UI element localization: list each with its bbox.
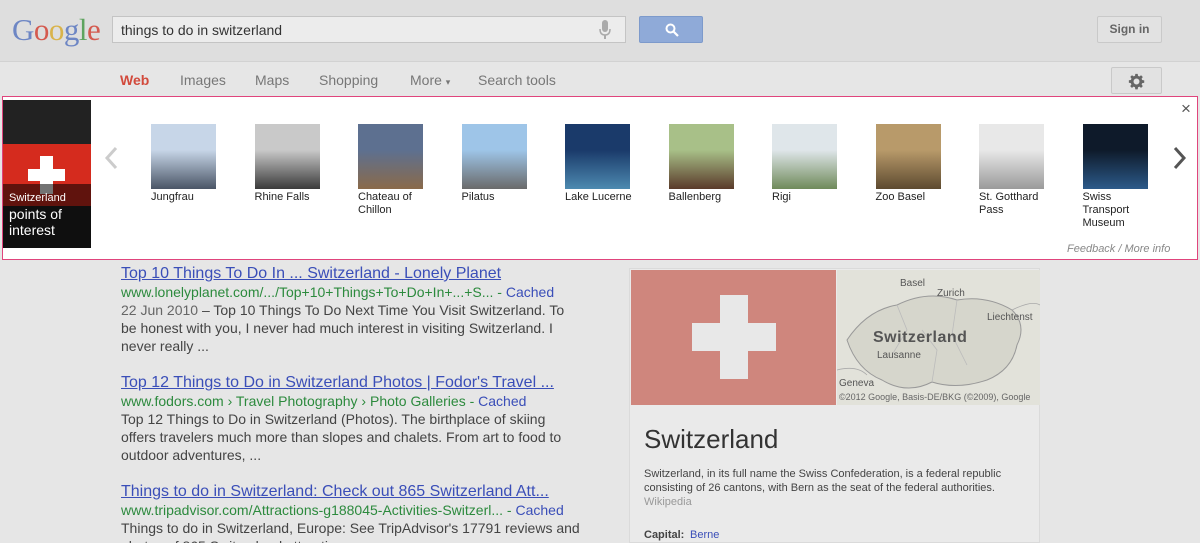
description-text: Switzerland, in its full name the Swiss … — [644, 468, 1002, 494]
result-url-text: www.tripadvisor.com/Attractions-g188045-… — [121, 502, 504, 518]
result-url-text: www.lonelyplanet.com/.../Top+10+Things+T… — [121, 284, 494, 300]
poi-item[interactable]: Swiss Transport Museum — [1082, 124, 1153, 230]
logo-letter: e — [87, 12, 101, 47]
poi-label: Zoo Basel — [875, 191, 926, 203]
poi-label: Lake Lucerne — [565, 191, 632, 203]
capital-label: Capital: — [644, 529, 685, 541]
search-result: Top 12 Things to Do in Switzerland Photo… — [121, 373, 583, 464]
search-button[interactable] — [639, 16, 703, 43]
knowledge-panel-title: Switzerland — [644, 424, 779, 454]
search-nav: Web Images Maps Shopping More ▾ Search t… — [0, 63, 1200, 99]
poi-label: Pilatus — [461, 191, 495, 203]
result-title-link[interactable]: Things to do in Switzerland: Check out 8… — [121, 482, 583, 501]
poi-thumbnail — [254, 124, 320, 189]
search-result: Things to do in Switzerland: Check out 8… — [121, 482, 583, 543]
chevron-down-icon: ▾ — [445, 77, 451, 87]
poi-item[interactable]: Rhine Falls — [254, 124, 325, 204]
tab-maps[interactable]: Maps — [255, 72, 289, 88]
tab-web[interactable]: Web — [120, 72, 149, 88]
result-title-link[interactable]: Top 12 Things to Do in Switzerland Photo… — [121, 373, 583, 392]
switzerland-flag-image[interactable] — [631, 270, 836, 405]
map-country-label: Switzerland — [873, 329, 968, 346]
settings-button[interactable] — [1111, 67, 1162, 94]
poi-label: Ballenberg — [668, 191, 722, 203]
poi-item[interactable]: Chateau of Chillon — [358, 124, 428, 217]
poi-thumbnail — [979, 124, 1044, 189]
poi-item[interactable]: Jungfrau — [151, 124, 221, 204]
result-snippet-text: Things to do in Switzerland, Europe: See… — [121, 520, 580, 543]
poi-thumbnail — [151, 124, 216, 189]
map-city-liechtenstein: Liechtenst — [987, 312, 1033, 323]
result-url-text: www.fodors.com › Travel Photography › Ph… — [121, 393, 466, 409]
gear-icon — [1128, 73, 1145, 90]
map-city-lausanne: Lausanne — [877, 350, 921, 361]
result-snippet: 22 Jun 2010 – Top 10 Things To Do Next T… — [121, 302, 565, 354]
tab-shopping[interactable]: Shopping — [319, 72, 378, 88]
switzerland-map[interactable]: Basel Zurich Liechtenst Lausanne Geneva … — [837, 270, 1040, 405]
logo-letter: g — [63, 12, 80, 47]
capital-link[interactable]: Berne — [690, 529, 719, 541]
wikipedia-link[interactable]: Wikipedia — [644, 496, 692, 508]
search-icon — [665, 23, 679, 37]
tab-more-label: More — [410, 72, 442, 88]
logo-letter: o — [33, 12, 50, 47]
result-title-link[interactable]: Top 10 Things To Do In ... Switzerland -… — [121, 264, 583, 283]
logo-letter: l — [78, 12, 88, 47]
poi-label: St. Gotthard Pass — [979, 191, 1039, 216]
poi-thumbnail — [668, 124, 734, 189]
close-icon[interactable]: × — [1181, 100, 1191, 117]
poi-item[interactable]: St. Gotthard Pass — [979, 124, 1049, 217]
poi-label: Swiss Transport Museum — [1082, 191, 1130, 229]
poi-thumbnail — [461, 124, 527, 189]
map-city-zurich: Zurich — [937, 288, 965, 299]
logo-letter: G — [12, 12, 34, 47]
result-date: 22 Jun 2010 — [121, 302, 199, 318]
result-snippet-text: Top 12 Things to Do in Switzerland (Phot… — [121, 411, 562, 463]
chevron-left-icon[interactable] — [103, 145, 119, 171]
poi-thumbnail — [565, 124, 630, 189]
poi-item[interactable]: Zoo Basel — [875, 124, 946, 204]
knowledge-panel: Basel Zurich Liechtenst Lausanne Geneva … — [629, 268, 1040, 543]
result-url: www.fodors.com › Travel Photography › Ph… — [121, 393, 527, 409]
poi-label: Chateau of Chillon — [358, 191, 412, 216]
search-result: Top 10 Things To Do In ... Switzerland -… — [121, 264, 583, 355]
tab-search-tools[interactable]: Search tools — [478, 72, 556, 88]
poi-label: Rigi — [772, 191, 791, 203]
result-url: www.lonelyplanet.com/.../Top+10+Things+T… — [121, 284, 555, 300]
feedback-link[interactable]: Feedback / More info — [1067, 243, 1170, 255]
cached-link[interactable]: Cached — [506, 284, 554, 300]
poi-label: Jungfrau — [151, 191, 194, 203]
poi-thumbnail — [1082, 124, 1148, 189]
sign-in-button[interactable]: Sign in — [1097, 16, 1162, 43]
tab-images[interactable]: Images — [180, 72, 226, 88]
poi-thumbnail — [358, 124, 423, 189]
search-input[interactable]: things to do in switzerland — [112, 16, 626, 43]
map-city-basel: Basel — [900, 278, 926, 289]
tile-country-label: Switzerland — [9, 192, 66, 204]
search-query-text: things to do in switzerland — [121, 22, 283, 38]
header: Google things to do in switzerland Sign … — [0, 0, 1200, 62]
map-copyright: ©2012 Google, Basis-DE/BKG (©2009), Goog… — [839, 392, 1031, 402]
result-url: www.tripadvisor.com/Attractions-g188045-… — [121, 502, 564, 518]
poi-item[interactable]: Rigi — [772, 124, 842, 204]
cached-link[interactable]: Cached — [515, 502, 563, 518]
poi-item[interactable]: Ballenberg — [668, 124, 739, 204]
microphone-icon[interactable] — [598, 20, 612, 40]
tile-category-label: points of interest — [9, 206, 62, 238]
chevron-right-icon[interactable] — [1172, 145, 1188, 171]
knowledge-panel-description: Switzerland, in its full name the Swiss … — [644, 467, 1024, 509]
tab-more[interactable]: More ▾ — [410, 72, 450, 88]
cached-link[interactable]: Cached — [478, 393, 526, 409]
poi-label: Rhine Falls — [254, 191, 310, 203]
logo-letter: o — [48, 12, 65, 47]
poi-thumbnail — [772, 124, 837, 189]
carousel-category-tile[interactable]: Switzerland points of interest — [3, 100, 91, 248]
poi-item[interactable]: Lake Lucerne — [565, 124, 635, 204]
poi-thumbnail — [875, 124, 941, 189]
poi-item[interactable]: Pilatus — [461, 124, 532, 204]
google-logo[interactable]: Google — [12, 12, 101, 48]
map-city-geneva: Geneva — [839, 378, 875, 389]
points-of-interest-carousel: Switzerland points of interest Jungfrau R… — [2, 96, 1198, 260]
